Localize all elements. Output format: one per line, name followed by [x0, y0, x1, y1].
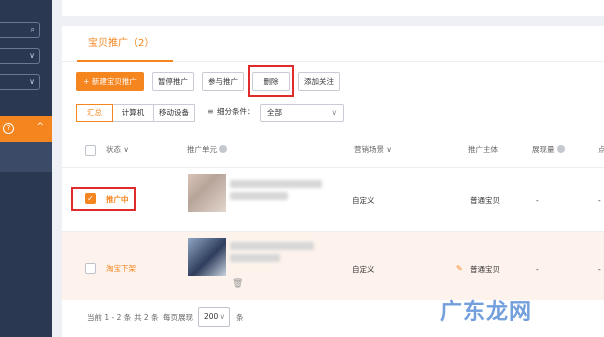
select-all-checkbox[interactable] [85, 145, 96, 156]
join-promotion-button[interactable]: 参与推广 [202, 72, 244, 91]
per-page-value: 200 [204, 312, 219, 321]
segment-summary[interactable]: 汇总 [76, 104, 113, 122]
tab-item-promotion[interactable]: 宝贝推广（2） [88, 38, 154, 50]
info-icon [556, 145, 565, 153]
product-thumbnail[interactable] [188, 238, 226, 276]
help-icon: ? [3, 123, 14, 134]
pager-per-page-label: 每页展现 [163, 313, 193, 322]
clicks-cell: - [598, 196, 601, 205]
clicks-cell: - [598, 265, 601, 274]
segment-computer[interactable]: 计算机 [112, 104, 154, 122]
add-follow-button[interactable]: 添加关注 [298, 72, 340, 91]
status-highlight-box [71, 187, 136, 211]
filter-select-value: 全部 [267, 108, 282, 117]
sidebar: ⌕ ∨ ∨ ? ^ [0, 0, 52, 337]
pager-total: 共 2 条 [134, 313, 159, 322]
sidebar-select-1[interactable]: ∨ [0, 48, 40, 64]
sidebar-submenu-item[interactable] [0, 142, 52, 172]
trash-icon[interactable]: 🗑 [232, 279, 243, 289]
scene-cell: 自定义 [352, 196, 375, 205]
sidebar-select-2[interactable]: ∨ [0, 74, 40, 90]
filter-list-icon: ≡ [207, 107, 214, 116]
top-bar [62, 0, 604, 16]
product-subtitle [230, 254, 280, 262]
impressions-cell: - [536, 196, 539, 205]
segment-mobile[interactable]: 移动设备 [153, 104, 195, 122]
chevron-down-icon: ∨ [219, 312, 226, 321]
header-scene[interactable]: 营销场景 ∨ [354, 144, 392, 156]
new-promotion-button[interactable]: + 新建宝贝推广 [76, 72, 144, 91]
header-subject: 推广主体 [468, 145, 498, 154]
main-card: 宝贝推广（2） + 新建宝贝推广 暂停推广 参与推广 删除 添加关注 汇总 计算… [62, 26, 604, 337]
table-row: ✓ 推广中 自定义 普通宝贝 - - [62, 168, 604, 232]
scene-cell: 自定义 [352, 265, 375, 274]
product-thumbnail[interactable] [188, 174, 226, 212]
watermark-logo: 广东龙网 [440, 300, 533, 325]
chevron-down-icon: ∨ [29, 51, 35, 60]
header-status[interactable]: 状态 ∨ [106, 144, 129, 156]
search-icon: ⌕ [30, 25, 35, 34]
header-impressions: 展现量 [532, 144, 565, 156]
pager-unit: 条 [236, 313, 244, 322]
subject-cell: 普通宝贝 [470, 196, 500, 205]
table-row: 淘宝下架 🗑 自定义 ✎ 普通宝贝 - - [62, 232, 604, 300]
header-unit: 推广单元 [187, 144, 227, 156]
header-clicks: 点 [598, 145, 604, 154]
subject-cell: 普通宝贝 [470, 265, 500, 274]
product-subtitle [230, 192, 288, 200]
active-tab-indicator [77, 60, 173, 62]
product-title[interactable] [230, 242, 314, 250]
chevron-down-icon: ∨ [331, 108, 338, 117]
impressions-cell: - [536, 265, 539, 274]
chevron-down-icon: ∨ [29, 77, 35, 86]
chevron-up-icon: ^ [36, 122, 44, 132]
pause-promotion-button[interactable]: 暂停推广 [152, 72, 194, 91]
table-header: 状态 ∨ 推广单元 营销场景 ∨ 推广主体 展现量 点 [62, 132, 604, 168]
sidebar-search-field[interactable]: ⌕ [0, 22, 40, 38]
per-page-select[interactable]: 200 ∨ [198, 307, 230, 327]
product-title[interactable] [230, 180, 322, 188]
edit-icon[interactable]: ✎ [456, 264, 463, 273]
status-label: 淘宝下架 [106, 264, 136, 273]
pager-current: 当前 1 - 2 条 [87, 313, 132, 322]
filter-label: 细分条件： [217, 107, 255, 116]
info-icon [219, 145, 227, 153]
delete-highlight-box [248, 65, 294, 97]
sidebar-menu-active-group[interactable]: ? ^ [0, 116, 52, 142]
filter-select[interactable]: 全部 ∨ [260, 104, 344, 122]
row-checkbox[interactable] [85, 263, 96, 274]
